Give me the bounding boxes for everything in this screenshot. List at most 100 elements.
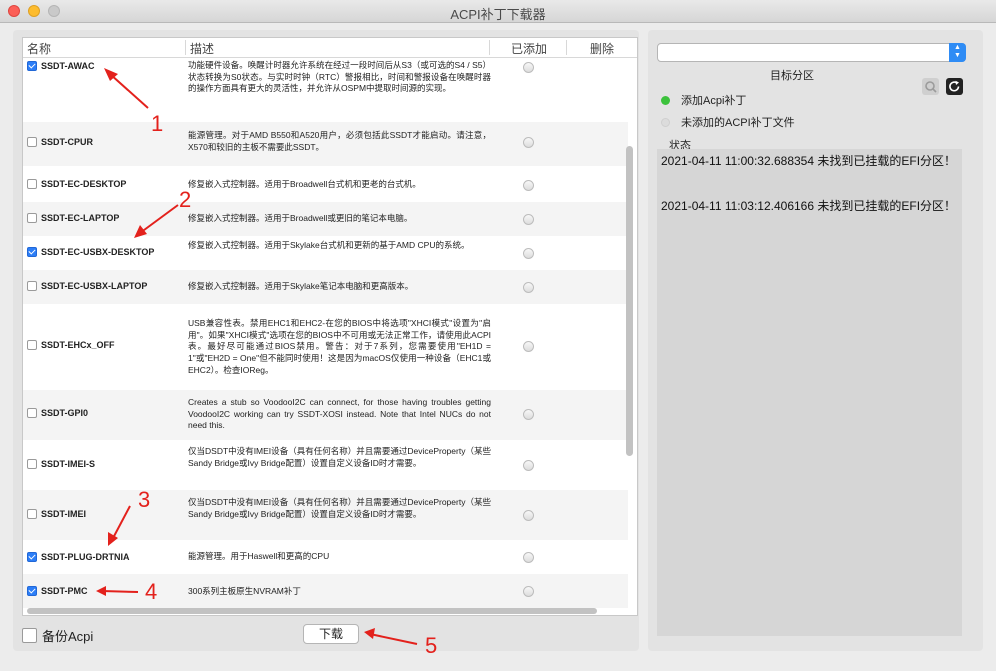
table-row[interactable]: SSDT-EC-DESKTOP 修复嵌入式控制器。适用于Broadwell台式机…	[23, 166, 628, 202]
patch-checkbox[interactable]	[27, 179, 37, 189]
window-title: ACPI补丁下载器	[450, 7, 546, 22]
patch-name: SSDT-AWAC	[41, 61, 95, 71]
added-indicator	[523, 282, 534, 293]
vertical-scrollbar[interactable]	[626, 146, 633, 456]
patch-name-cell: SSDT-CPUR	[27, 137, 93, 147]
patch-name: SSDT-PMC	[41, 586, 88, 596]
patch-name-cell: SSDT-PLUG-DRTNIA	[27, 552, 130, 562]
patch-description: 能源管理。对于AMD B550和A520用户，必须包括此SSDT才能启动。请注意…	[188, 130, 491, 152]
patch-name-cell: SSDT-IMEI-S	[27, 459, 95, 469]
log-line: 2021-04-11 11:00:32.688354 未找到已挂载的EFI分区！	[661, 154, 957, 168]
patch-checkbox[interactable]	[27, 509, 37, 519]
patch-name: SSDT-CPUR	[41, 137, 94, 147]
patch-checkbox[interactable]	[27, 213, 37, 223]
backup-acpi-checkbox[interactable]: 备份Acpi	[22, 626, 93, 645]
added-indicator	[523, 460, 534, 471]
column-header-added[interactable]: 已添加	[489, 40, 564, 56]
added-indicator	[523, 552, 534, 563]
table-row[interactable]: SSDT-IMEI-S 仅当DSDT中没有IMEI设备（具有任何名称）并且需要通…	[23, 440, 628, 490]
table-row[interactable]: SSDT-PLUG-DRTNIA 能源管理。用于Haswell和更高的CPU	[23, 540, 628, 574]
annotation-label: 4	[145, 579, 158, 604]
added-indicator	[523, 62, 534, 73]
added-indicator	[523, 214, 534, 225]
patch-description: 能源管理。用于Haswell和更高的CPU	[188, 551, 330, 561]
added-indicator	[523, 248, 534, 259]
backup-acpi-label: 备份Acpi	[42, 629, 94, 644]
refresh-icon[interactable]	[946, 78, 963, 95]
patch-name-cell: SSDT-EC-USBX-DESKTOP	[27, 247, 154, 257]
patch-name: SSDT-EHCx_OFF	[41, 340, 115, 350]
patch-checkbox[interactable]	[27, 552, 37, 562]
download-button[interactable]: 下载	[303, 624, 359, 644]
option-add-acpi[interactable]: 添加Acpi补丁	[661, 92, 746, 108]
added-indicator	[523, 180, 534, 191]
patch-checkbox[interactable]	[27, 281, 37, 291]
patch-name-cell: SSDT-EHCx_OFF	[27, 340, 115, 350]
patch-description: 300系列主板原生NVRAM补丁	[188, 586, 301, 596]
table-row[interactable]: SSDT-EC-USBX-DESKTOP 修复嵌入式控制器。适用于Skylake…	[23, 236, 628, 270]
added-indicator	[523, 137, 534, 148]
table-row[interactable]: SSDT-CPUR 能源管理。对于AMD B550和A520用户，必须包括此SS…	[23, 122, 628, 166]
patch-name-cell: SSDT-PMC	[27, 586, 88, 596]
column-header-desc[interactable]: 描述	[185, 40, 214, 56]
annotation-label: 5	[425, 633, 438, 658]
patch-name-cell: SSDT-EC-LAPTOP	[27, 213, 119, 223]
patch-description: Creates a stub so VoodooI2C can connect,…	[188, 397, 491, 431]
patch-name-cell: SSDT-IMEI	[27, 509, 86, 519]
added-indicator	[523, 586, 534, 597]
annotation-label: 2	[179, 187, 192, 212]
patch-description: 修复嵌入式控制器。适用于Skylake台式机和更新的基于AMD CPU的系统。	[188, 240, 470, 250]
column-header-name[interactable]: 名称	[27, 40, 51, 57]
option-unadded-acpi-label: 未添加的ACPI补丁文件	[681, 117, 795, 129]
patch-checkbox[interactable]	[27, 340, 37, 350]
patch-name: SSDT-IMEI-S	[41, 459, 96, 469]
partition-select[interactable]: ▲ ▼	[657, 43, 966, 62]
patch-checkbox[interactable]	[27, 247, 37, 257]
table-row[interactable]: SSDT-EC-LAPTOP 修复嵌入式控制器。适用于Broadwell或更旧的…	[23, 202, 628, 236]
option-unadded-acpi[interactable]: 未添加的ACPI补丁文件	[661, 114, 795, 130]
added-indicator	[523, 510, 534, 521]
patch-name-cell: SSDT-EC-DESKTOP	[27, 179, 126, 189]
title-bar: ACPI补丁下载器	[0, 0, 996, 23]
patch-description: 修复嵌入式控制器。适用于Broadwell或更旧的笔记本电脑。	[188, 213, 413, 223]
horizontal-scrollbar[interactable]	[27, 608, 597, 614]
patch-name: SSDT-IMEI	[41, 509, 87, 519]
added-indicator	[523, 409, 534, 420]
patch-checkbox[interactable]	[27, 586, 37, 596]
patch-name-cell: SSDT-EC-USBX-LAPTOP	[27, 281, 147, 291]
column-header-delete[interactable]: 删除	[566, 40, 633, 56]
patch-checkbox[interactable]	[27, 137, 37, 147]
patch-name-cell: SSDT-GPI0	[27, 408, 88, 418]
table-row[interactable]: SSDT-GPI0 Creates a stub so VoodooI2C ca…	[23, 390, 628, 440]
backup-checkbox-box[interactable]	[22, 628, 37, 643]
select-arrows-icon: ▲ ▼	[949, 43, 966, 62]
status-log-area	[657, 149, 962, 636]
patch-description: 仅当DSDT中没有IMEI设备（具有任何名称）并且需要通过DevicePrope…	[188, 497, 491, 519]
target-partition-label: 目标分区	[770, 70, 814, 82]
table-row[interactable]: SSDT-EC-USBX-LAPTOP 修复嵌入式控制器。适用于Skylake笔…	[23, 270, 628, 304]
patch-name: SSDT-GPI0	[41, 408, 89, 418]
patch-name: SSDT-EC-LAPTOP	[41, 213, 120, 223]
patch-description: 仅当DSDT中没有IMEI设备（具有任何名称）并且需要通过DevicePrope…	[188, 446, 491, 468]
annotation-label: 1	[151, 111, 164, 136]
search-icon[interactable]	[922, 78, 939, 95]
table-header: 名称 描述 已添加 删除	[23, 38, 637, 58]
patch-checkbox[interactable]	[27, 459, 37, 469]
status-dot-icon	[661, 95, 670, 105]
patch-description: 修复嵌入式控制器。适用于Skylake笔记本电脑和更高版本。	[188, 281, 414, 291]
patch-checkbox[interactable]	[27, 61, 37, 71]
status-dot-icon	[661, 117, 670, 127]
patch-table: 名称 描述 已添加 删除 SSDT-AWAC 功能硬件设备。唤醒计时器允许系统在…	[22, 37, 638, 616]
patch-checkbox[interactable]	[27, 408, 37, 418]
patch-name: SSDT-EC-USBX-LAPTOP	[41, 281, 148, 291]
table-row[interactable]: SSDT-PMC 300系列主板原生NVRAM补丁	[23, 574, 628, 608]
patch-name-cell: SSDT-AWAC	[27, 61, 95, 71]
patch-name: SSDT-EC-DESKTOP	[41, 179, 127, 189]
option-add-acpi-label: 添加Acpi补丁	[681, 95, 747, 107]
log-line: 2021-04-11 11:03:12.406166 未找到已挂载的EFI分区！	[661, 199, 957, 213]
table-row[interactable]: SSDT-AWAC 功能硬件设备。唤醒计时器允许系统在经过一段时间后从S3（或可…	[23, 57, 628, 105]
table-row[interactable]: SSDT-IMEI 仅当DSDT中没有IMEI设备（具有任何名称）并且需要通过D…	[23, 490, 628, 540]
table-row[interactable]: SSDT-EHCx_OFF USB兼容性表。禁用EHC1和EHC2-在您的BIO…	[23, 304, 628, 390]
patch-description: 修复嵌入式控制器。适用于Broadwell台式机和更老的台式机。	[188, 179, 421, 189]
patch-description: USB兼容性表。禁用EHC1和EHC2-在您的BIOS中将选项"XHCI模式"设…	[188, 318, 491, 375]
